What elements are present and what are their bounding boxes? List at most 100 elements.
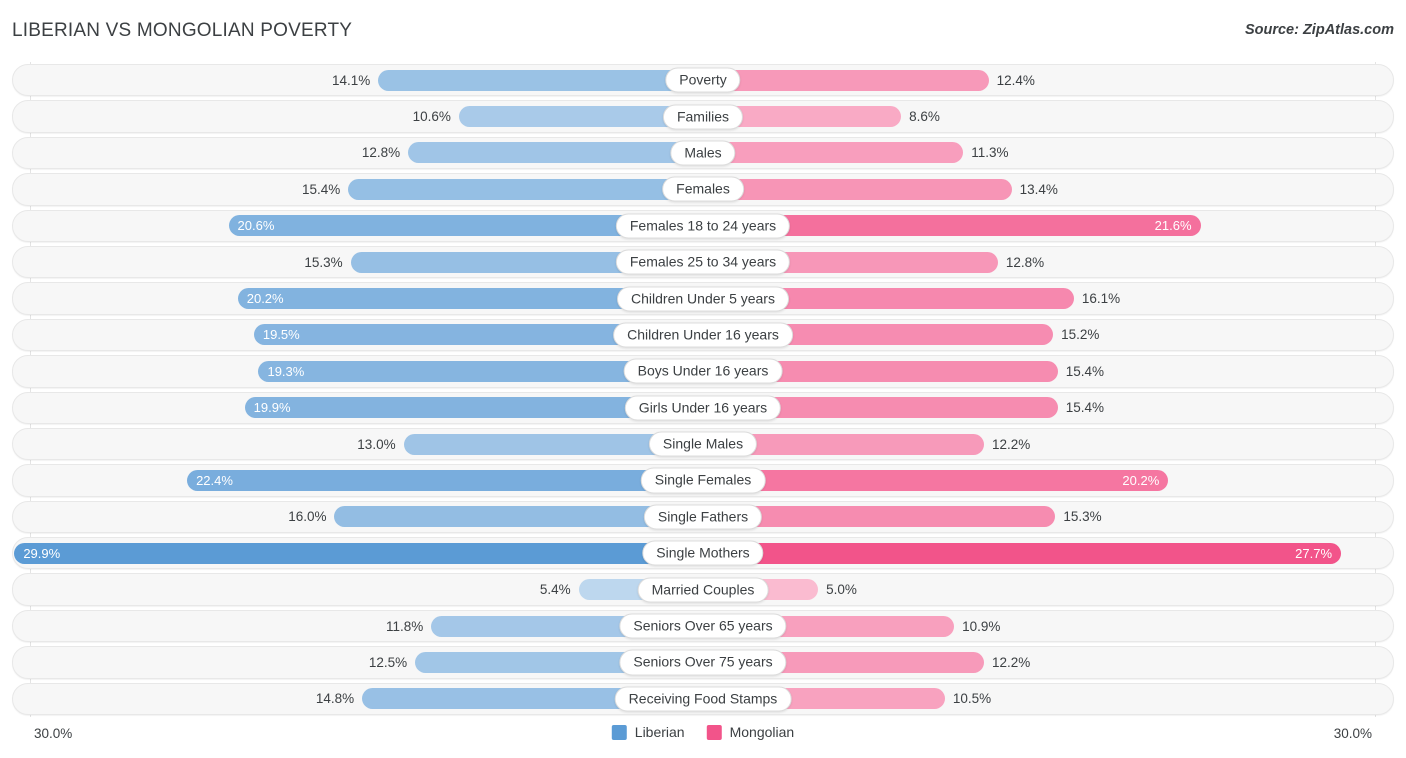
row-left-half: 19.5% <box>12 317 703 353</box>
legend-swatch-icon <box>706 724 722 740</box>
bar-liberian[interactable]: 29.9% <box>14 542 703 564</box>
category-label[interactable]: Single Fathers <box>643 504 763 530</box>
row-left-half: 14.1% <box>12 62 703 98</box>
category-label[interactable]: Single Mothers <box>642 540 764 566</box>
page-title: LIBERIAN VS MONGOLIAN POVERTY <box>12 20 353 41</box>
row-left-half: 12.8% <box>12 135 703 171</box>
row-right-half: 15.4% <box>703 390 1394 426</box>
category-label[interactable]: Children Under 16 years <box>613 322 793 348</box>
row-left-half: 19.9% <box>12 390 703 426</box>
category-label[interactable]: Females 25 to 34 years <box>615 249 791 275</box>
row-left-half: 13.0% <box>12 426 703 462</box>
row-left-half: 22.4% <box>12 462 703 498</box>
bar-mongolian[interactable] <box>703 142 964 164</box>
bar-liberian[interactable] <box>378 69 703 91</box>
row-right-half: 11.3% <box>703 135 1394 171</box>
bar-mongolian[interactable]: 27.7% <box>703 542 1342 564</box>
row-right-half: 27.7% <box>703 535 1394 571</box>
table-row: 12.8% 11.3% Males <box>12 135 1394 171</box>
table-row: 16.0% 15.3% Single Fathers <box>12 499 1394 535</box>
table-row: 19.5% 15.2% Children Under 16 years <box>12 317 1394 353</box>
bar-value-liberian: 13.0% <box>357 436 396 452</box>
category-label[interactable]: Seniors Over 75 years <box>619 649 787 675</box>
bar-mongolian[interactable]: 20.2% <box>703 469 1169 491</box>
bar-value-liberian: 19.5% <box>262 327 300 343</box>
chart-plot-area: 14.1% 12.4% Poverty 10.6% 8.6% Families 12.8% 1… <box>12 62 1394 717</box>
bar-value-liberian: 20.6% <box>237 218 275 234</box>
row-left-half: 19.3% <box>12 353 703 389</box>
category-label[interactable]: Married Couples <box>637 577 769 603</box>
bar-value-liberian: 15.4% <box>302 181 341 197</box>
row-right-half: 12.8% <box>703 244 1394 280</box>
category-label[interactable]: Females 18 to 24 years <box>615 213 791 239</box>
table-row: 22.4% 20.2% Single Females <box>12 462 1394 498</box>
row-right-half: 12.4% <box>703 62 1394 98</box>
bar-value-liberian: 11.8% <box>385 618 424 634</box>
legend-item[interactable]: Liberian <box>611 724 685 740</box>
legend-swatch-icon <box>611 724 627 740</box>
table-row: 14.1% 12.4% Poverty <box>12 62 1394 98</box>
row-right-half: 16.1% <box>703 280 1394 316</box>
bar-value-liberian: 10.6% <box>412 109 451 125</box>
category-label[interactable]: Males <box>670 140 736 166</box>
axis-label-left: 30.0% <box>34 726 73 741</box>
row-right-half: 8.6% <box>703 98 1394 134</box>
category-label[interactable]: Boys Under 16 years <box>623 358 783 384</box>
bar-value-liberian: 15.3% <box>304 254 343 270</box>
bar-liberian[interactable]: 22.4% <box>187 469 703 491</box>
bar-value-liberian: 12.8% <box>361 145 401 161</box>
table-row: 19.3% 15.4% Boys Under 16 years <box>12 353 1394 389</box>
bar-liberian[interactable] <box>348 178 703 200</box>
table-row: 13.0% 12.2% Single Males <box>12 426 1394 462</box>
bar-value-mongolian: 12.8% <box>1005 254 1045 270</box>
row-left-half: 12.5% <box>12 644 703 680</box>
bar-mongolian[interactable] <box>703 69 989 91</box>
legend-item[interactable]: Mongolian <box>706 724 794 740</box>
bar-value-liberian: 14.1% <box>331 72 371 88</box>
category-label[interactable]: Single Males <box>648 431 758 457</box>
bar-value-mongolian: 8.6% <box>909 109 940 125</box>
bar-value-liberian: 20.2% <box>246 291 284 307</box>
table-row: 20.2% 16.1% Children Under 5 years <box>12 280 1394 316</box>
category-label[interactable]: Poverty <box>665 67 741 93</box>
row-right-half: 21.6% <box>703 208 1394 244</box>
chart-header: LIBERIAN VS MONGOLIAN POVERTY Source: Zi… <box>0 0 1406 60</box>
table-row: 11.8% 10.9% Seniors Over 65 years <box>12 608 1394 644</box>
bar-value-mongolian: 12.2% <box>992 654 1031 670</box>
bar-value-liberian: 12.5% <box>368 654 408 670</box>
bar-value-mongolian: 10.5% <box>952 691 992 707</box>
category-label[interactable]: Families <box>662 104 744 130</box>
category-label[interactable]: Seniors Over 65 years <box>619 613 787 639</box>
row-left-half: 15.4% <box>12 171 703 207</box>
table-row: 15.3% 12.8% Females 25 to 34 years <box>12 244 1394 280</box>
row-right-half: 15.2% <box>703 317 1394 353</box>
table-row: 29.9% 27.7% Single Mothers <box>12 535 1394 571</box>
bar-value-mongolian: 15.4% <box>1065 400 1104 416</box>
bar-value-liberian: 14.8% <box>315 691 355 707</box>
category-label[interactable]: Females <box>662 176 744 202</box>
row-left-half: 20.2% <box>12 280 703 316</box>
category-label[interactable]: Receiving Food Stamps <box>614 686 792 712</box>
table-row: 10.6% 8.6% Families <box>12 98 1394 134</box>
bar-value-mongolian: 20.2% <box>1122 472 1160 488</box>
category-label[interactable]: Children Under 5 years <box>617 285 789 312</box>
bar-value-mongolian: 15.4% <box>1065 363 1104 379</box>
bar-value-mongolian: 21.6% <box>1154 218 1192 234</box>
bar-value-liberian: 5.4% <box>539 582 571 598</box>
table-row: 14.8% 10.5% Receiving Food Stamps <box>12 681 1394 717</box>
row-right-half: 13.4% <box>703 171 1394 207</box>
bar-liberian[interactable] <box>408 142 703 164</box>
row-right-half: 12.2% <box>703 644 1394 680</box>
bar-value-mongolian: 5.0% <box>826 582 857 598</box>
bar-value-liberian: 19.9% <box>253 400 291 416</box>
bar-value-mongolian: 27.7% <box>1295 545 1333 561</box>
table-row: 20.6% 21.6% Females 18 to 24 years <box>12 208 1394 244</box>
bar-value-mongolian: 10.9% <box>962 618 1001 634</box>
category-label[interactable]: Single Females <box>640 467 766 494</box>
row-right-half: 15.4% <box>703 353 1394 389</box>
table-row: 12.5% 12.2% Seniors Over 75 years <box>12 644 1394 680</box>
chart-footer: 30.0% 30.0% Liberian Mongolian <box>12 720 1394 750</box>
bar-mongolian[interactable] <box>703 178 1012 200</box>
category-label[interactable]: Girls Under 16 years <box>624 395 782 421</box>
bar-value-mongolian: 15.3% <box>1063 509 1102 525</box>
